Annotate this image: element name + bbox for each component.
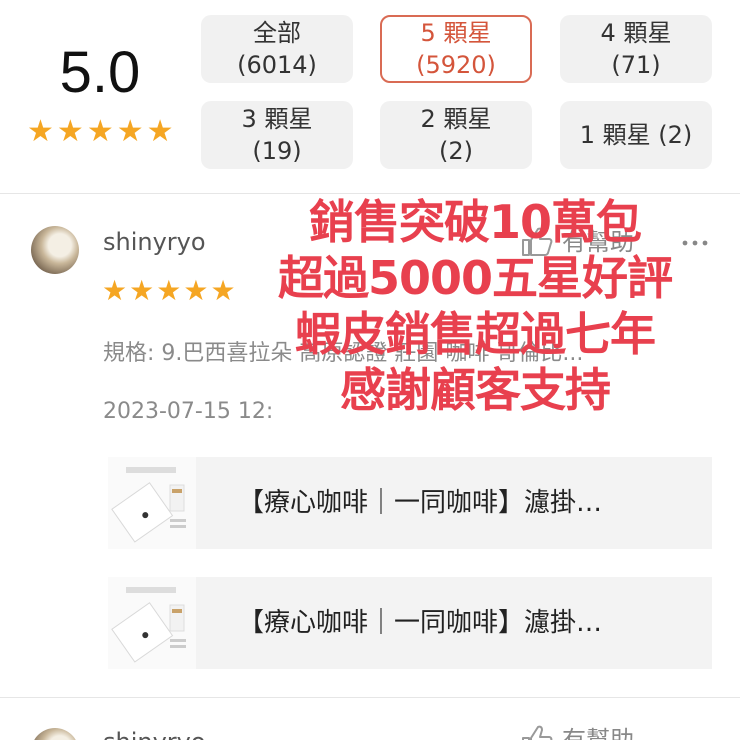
filter-label: 4 顆星 bbox=[600, 19, 672, 47]
filter-label: 5 顆星 bbox=[420, 19, 492, 47]
product-thumbnail bbox=[108, 457, 196, 549]
filter-4-star-button[interactable]: 4 顆星 (71) bbox=[560, 15, 712, 83]
product-info: 【療心咖啡｜一同咖啡】濾掛… bbox=[196, 577, 712, 669]
filter-count: (6014) bbox=[237, 51, 317, 79]
filter-label: 全部 bbox=[253, 19, 301, 47]
product-title: 【療心咖啡｜一同咖啡】濾掛… bbox=[238, 608, 603, 638]
filter-1-star-button[interactable]: 1 顆星 (2) bbox=[560, 101, 712, 169]
review-divider bbox=[0, 697, 740, 698]
avatar[interactable] bbox=[31, 728, 79, 740]
filter-count: (71) bbox=[611, 51, 661, 79]
promo-line: 感謝顧客支持 bbox=[340, 363, 611, 417]
promo-overlay: 銷售突破10萬包 超過5000五星好評 蝦皮銷售超過七年 感謝顧客支持 bbox=[240, 194, 710, 418]
product-thumbnail bbox=[108, 577, 196, 669]
rating-score: 5.0 bbox=[59, 40, 141, 105]
thumbs-up-icon bbox=[522, 725, 553, 740]
review-username[interactable]: shinyryo bbox=[103, 226, 206, 258]
avatar[interactable] bbox=[31, 226, 79, 274]
filter-count: (19) bbox=[252, 137, 302, 165]
filter-label: 3 顆星 bbox=[241, 105, 313, 133]
promo-line: 蝦皮銷售超過七年 bbox=[295, 307, 656, 361]
filter-3-star-button[interactable]: 3 顆星 (19) bbox=[201, 101, 353, 169]
star-icon: ★ bbox=[129, 274, 155, 307]
promo-line: 銷售突破10萬包 bbox=[308, 195, 642, 249]
helpful-label: 有幫助 bbox=[562, 726, 634, 740]
star-icon: ★ bbox=[210, 274, 236, 307]
star-icon: ★ bbox=[156, 274, 182, 307]
product-info: 【療心咖啡｜一同咖啡】濾掛… bbox=[196, 457, 712, 549]
review-stars: ★ ★ ★ ★ ★ bbox=[102, 276, 236, 306]
filter-count: (5920) bbox=[416, 51, 496, 79]
star-icon: ★ bbox=[146, 114, 174, 149]
product-card[interactable]: 【療心咖啡｜一同咖啡】濾掛… bbox=[108, 577, 712, 669]
product-card[interactable]: 【療心咖啡｜一同咖啡】濾掛… bbox=[108, 457, 712, 549]
filter-label: 1 顆星 (2) bbox=[579, 121, 693, 149]
star-icon: ★ bbox=[56, 114, 84, 149]
review-username[interactable]: shinyryo bbox=[103, 726, 206, 740]
product-title: 【療心咖啡｜一同咖啡】濾掛… bbox=[238, 488, 603, 518]
star-icon: ★ bbox=[183, 274, 209, 307]
rating-stars: ★ ★ ★ ★ ★ bbox=[27, 116, 174, 148]
filter-all-button[interactable]: 全部 (6014) bbox=[201, 15, 353, 83]
promo-line: 超過5000五星好評 bbox=[277, 251, 673, 305]
filter-label: 2 顆星 bbox=[420, 105, 492, 133]
star-icon: ★ bbox=[27, 114, 54, 149]
filter-5-star-button[interactable]: 5 顆星 (5920) bbox=[380, 15, 532, 83]
filter-count: (2) bbox=[439, 137, 473, 165]
star-icon: ★ bbox=[116, 114, 144, 149]
filter-2-star-button[interactable]: 2 顆星 (2) bbox=[380, 101, 532, 169]
helpful-button[interactable]: 有幫助 bbox=[520, 724, 634, 740]
star-icon: ★ bbox=[86, 114, 114, 149]
star-icon: ★ bbox=[102, 274, 128, 307]
